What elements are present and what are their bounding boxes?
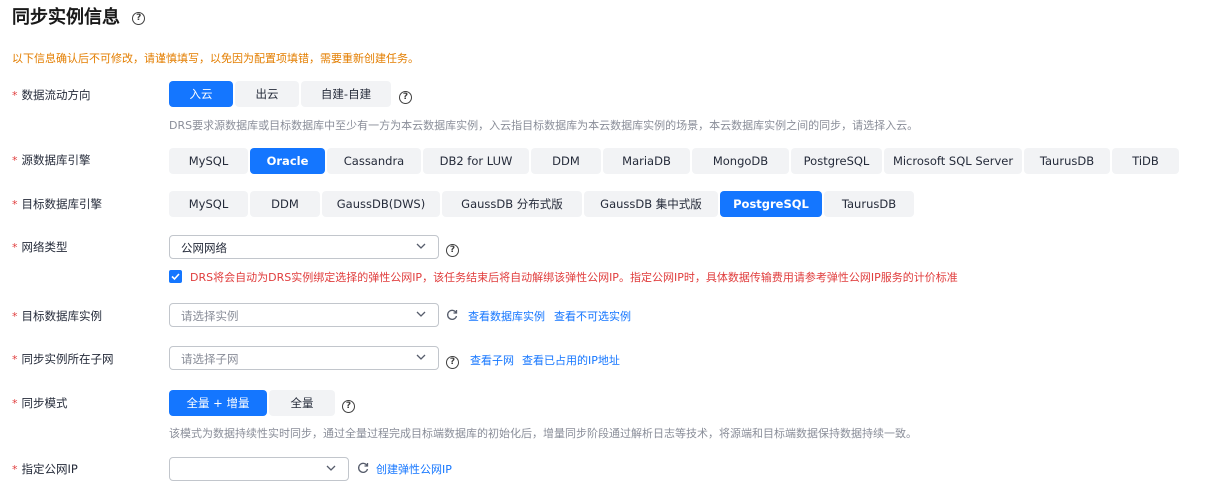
target-engine-gaussdb-distributed[interactable]: GaussDB 分布式版 (442, 191, 582, 217)
source-engine-taurusdb[interactable]: TaurusDB (1024, 148, 1110, 174)
source-engine-mariadb[interactable]: MariaDB (603, 148, 690, 174)
refresh-icon[interactable] (357, 462, 369, 474)
page-title-text: 同步实例信息 (12, 7, 120, 28)
check-icon (171, 273, 180, 281)
source-engine-oracle[interactable]: Oracle (250, 148, 325, 174)
target-instance-label: * 目标数据库实例 (12, 309, 102, 323)
view-unavailable-instances-link[interactable]: 查看不可选实例 (554, 308, 631, 324)
source-engine-sqlserver[interactable]: Microsoft SQL Server (884, 148, 1022, 174)
network-type-help[interactable]: ? (446, 241, 459, 257)
flow-option-self-built[interactable]: 自建-自建 (301, 81, 391, 107)
page-title: 同步实例信息 ? (12, 6, 146, 30)
target-instance-placeholder: 请选择实例 (181, 309, 239, 323)
sync-mode-full[interactable]: 全量 (269, 390, 335, 416)
help-icon[interactable]: ? (399, 91, 412, 104)
public-ip-label: * 指定公网IP (12, 462, 78, 476)
flow-direction-help[interactable]: ? (399, 88, 412, 104)
sync-mode-segmented: 全量 + 增量 全量 (169, 390, 335, 416)
help-icon[interactable]: ? (342, 400, 355, 413)
target-engine-gaussdb-centralized[interactable]: GaussDB 集中式版 (584, 191, 718, 217)
view-subnet-link[interactable]: 查看子网 (470, 352, 514, 368)
eip-bind-checkbox[interactable] (169, 270, 182, 283)
sync-mode-hint: 该模式为数据持续性实时同步，通过全量过程完成目标端数据库的初始化后，增量同步阶段… (169, 427, 917, 440)
create-eip-link[interactable]: 创建弹性公网IP (376, 461, 452, 477)
required-star: * (12, 397, 18, 410)
subnet-help[interactable]: ? (446, 353, 459, 369)
chevron-down-icon (416, 311, 426, 317)
flow-option-inbound[interactable]: 入云 (169, 81, 233, 107)
public-ip-select[interactable] (169, 457, 349, 481)
help-icon[interactable]: ? (446, 244, 459, 257)
subnet-placeholder: 请选择子网 (181, 352, 239, 366)
flow-direction-label: * 数据流动方向 (12, 88, 91, 102)
chevron-down-icon (326, 465, 336, 471)
eip-bind-notice: DRS将会自动为DRS实例绑定选择的弹性公网IP，该任务结束后将自动解绑该弹性公… (190, 271, 958, 284)
sync-mode-help[interactable]: ? (342, 397, 355, 413)
required-star: * (12, 241, 18, 254)
target-engine-postgresql[interactable]: PostgreSQL (720, 191, 822, 217)
source-engine-tidb[interactable]: TiDB (1112, 148, 1179, 174)
network-type-value: 公网网络 (181, 241, 227, 255)
network-type-select[interactable]: 公网网络 (169, 235, 439, 259)
required-star: * (12, 353, 18, 366)
target-instance-select[interactable]: 请选择实例 (169, 303, 439, 327)
target-engine-segmented: MySQL DDM GaussDB(DWS) GaussDB 分布式版 Gaus… (169, 191, 914, 217)
source-engine-mongodb[interactable]: MongoDB (692, 148, 789, 174)
view-db-instances-link[interactable]: 查看数据库实例 (468, 308, 545, 324)
target-engine-ddm[interactable]: DDM (250, 191, 320, 217)
target-engine-label: * 目标数据库引擎 (12, 197, 102, 211)
source-engine-db2[interactable]: DB2 for LUW (423, 148, 529, 174)
source-engine-ddm[interactable]: DDM (531, 148, 601, 174)
chevron-down-icon (416, 354, 426, 360)
network-type-label: * 网络类型 (12, 240, 68, 254)
required-star: * (12, 198, 18, 211)
flow-option-outbound[interactable]: 出云 (235, 81, 299, 107)
help-icon[interactable]: ? (132, 12, 146, 25)
flow-direction-hint: DRS要求源数据库或目标数据库中至少有一方为本云数据库实例，入云指目标数据库为本… (169, 119, 919, 132)
subnet-label: * 同步实例所在子网 (12, 352, 114, 366)
target-engine-mysql[interactable]: MySQL (169, 191, 248, 217)
source-engine-mysql[interactable]: MySQL (169, 148, 248, 174)
required-star: * (12, 463, 18, 476)
required-star: * (12, 154, 18, 167)
refresh-icon[interactable] (446, 309, 458, 321)
sync-mode-full-incremental[interactable]: 全量 + 增量 (169, 390, 267, 416)
help-icon[interactable]: ? (446, 356, 459, 369)
target-engine-gaussdb-dws[interactable]: GaussDB(DWS) (322, 191, 440, 217)
view-used-ip-link[interactable]: 查看已占用的IP地址 (522, 352, 620, 368)
source-engine-postgresql[interactable]: PostgreSQL (791, 148, 882, 174)
subnet-select[interactable]: 请选择子网 (169, 346, 439, 370)
required-star: * (12, 89, 18, 102)
chevron-down-icon (416, 243, 426, 249)
source-engine-cassandra[interactable]: Cassandra (327, 148, 421, 174)
target-engine-taurusdb[interactable]: TaurusDB (824, 191, 914, 217)
notice-text: 以下信息确认后不可修改，请谨慎填写，以免因为配置项填错，需要重新创建任务。 (12, 52, 419, 65)
required-star: * (12, 310, 18, 323)
flow-direction-segmented: 入云 出云 自建-自建 (169, 81, 391, 107)
sync-mode-label: * 同步模式 (12, 396, 68, 410)
source-engine-label: * 源数据库引擎 (12, 153, 91, 167)
source-engine-segmented: MySQL Oracle Cassandra DB2 for LUW DDM M… (169, 148, 1179, 174)
